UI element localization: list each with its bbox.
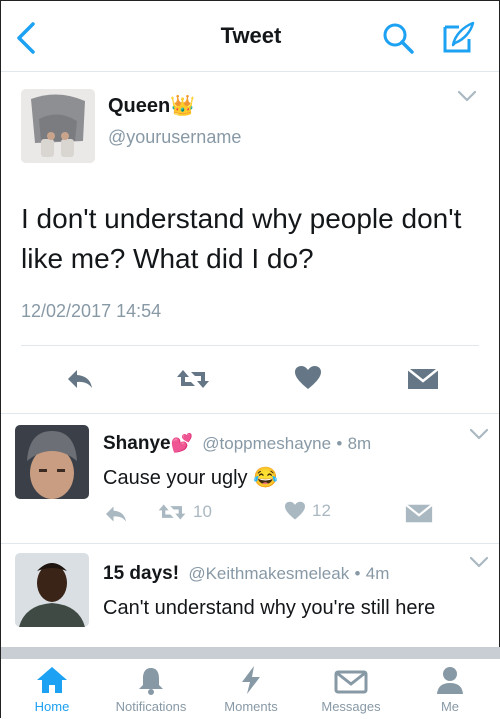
display-name: Queen xyxy=(108,95,171,117)
avatar[interactable] xyxy=(15,553,89,627)
header-divider xyxy=(1,71,499,72)
reply-text: Can't understand why you're still here xyxy=(103,597,436,619)
tab-me[interactable]: Me xyxy=(400,663,500,714)
separator-dot: • xyxy=(336,434,343,453)
tweet-author[interactable]: Queen👑 xyxy=(108,93,195,118)
bell-icon xyxy=(139,668,163,695)
like-count: 12 xyxy=(312,501,331,520)
lightning-icon xyxy=(242,666,260,694)
handle[interactable]: @toppmeshayne xyxy=(202,434,331,453)
tab-label: Home xyxy=(34,699,70,714)
reply-header: 15 days! @Keithmakesmeleak • 4m xyxy=(103,563,389,585)
reply-time: 8m xyxy=(347,434,372,453)
tab-home[interactable]: Home xyxy=(2,663,102,714)
tab-label: Moments xyxy=(224,699,278,714)
chevron-down-icon[interactable] xyxy=(457,89,477,103)
avatar[interactable] xyxy=(21,89,95,163)
compose-icon[interactable] xyxy=(441,19,477,55)
heart-icon[interactable] xyxy=(294,365,322,391)
timestamp-divider xyxy=(21,345,479,346)
reply-icon[interactable] xyxy=(65,367,95,391)
tab-messages[interactable]: Messages xyxy=(301,663,401,714)
reply-time: 4m xyxy=(365,564,390,583)
envelope-icon xyxy=(334,670,368,694)
tab-moments[interactable]: Moments xyxy=(201,663,301,714)
like-action[interactable]: 12 xyxy=(284,501,331,521)
reply-icon[interactable] xyxy=(103,504,129,524)
heart-icon xyxy=(285,501,305,520)
reply-text: Cause your ugly 😂 xyxy=(103,467,278,489)
avatar[interactable] xyxy=(15,425,89,499)
chevron-down-icon[interactable] xyxy=(469,427,489,441)
tab-notifications[interactable]: Notifications xyxy=(101,663,201,714)
home-icon xyxy=(37,667,67,693)
page-title: Tweet xyxy=(220,23,282,48)
tab-bar-separator xyxy=(1,647,500,659)
retweet-icon xyxy=(158,504,186,520)
handle[interactable]: @Keithmakesmeleak xyxy=(188,564,349,583)
reply-divider xyxy=(1,543,499,544)
separator-dot: • xyxy=(354,564,361,583)
retweet-icon[interactable] xyxy=(175,366,211,392)
reply-header: Shanye💕 @toppmeshayne • 8m xyxy=(103,433,371,455)
tweet-text: I don't understand why people don't like… xyxy=(21,203,462,274)
person-icon xyxy=(437,667,463,694)
search-icon[interactable] xyxy=(381,21,415,55)
timestamp: 12/02/2017 14:54 xyxy=(21,301,162,321)
direct-message-icon[interactable] xyxy=(407,367,439,391)
tab-label: Me xyxy=(440,699,460,714)
tab-label: Notifications xyxy=(115,699,187,714)
handle[interactable]: @yourusername xyxy=(108,127,241,148)
retweet-action[interactable]: 10 xyxy=(157,501,212,523)
chevron-down-icon[interactable] xyxy=(469,555,489,569)
direct-message-icon[interactable] xyxy=(405,503,433,524)
actions-divider xyxy=(1,413,499,414)
display-name[interactable]: Shanye xyxy=(103,433,171,454)
top-bar: Tweet xyxy=(1,1,500,71)
retweet-count: 10 xyxy=(193,502,212,521)
hearts-emoji: 💕 xyxy=(170,433,194,453)
tab-label: Messages xyxy=(321,699,381,714)
display-name[interactable]: 15 days! xyxy=(103,563,179,584)
crown-emoji: 👑 xyxy=(170,95,196,117)
